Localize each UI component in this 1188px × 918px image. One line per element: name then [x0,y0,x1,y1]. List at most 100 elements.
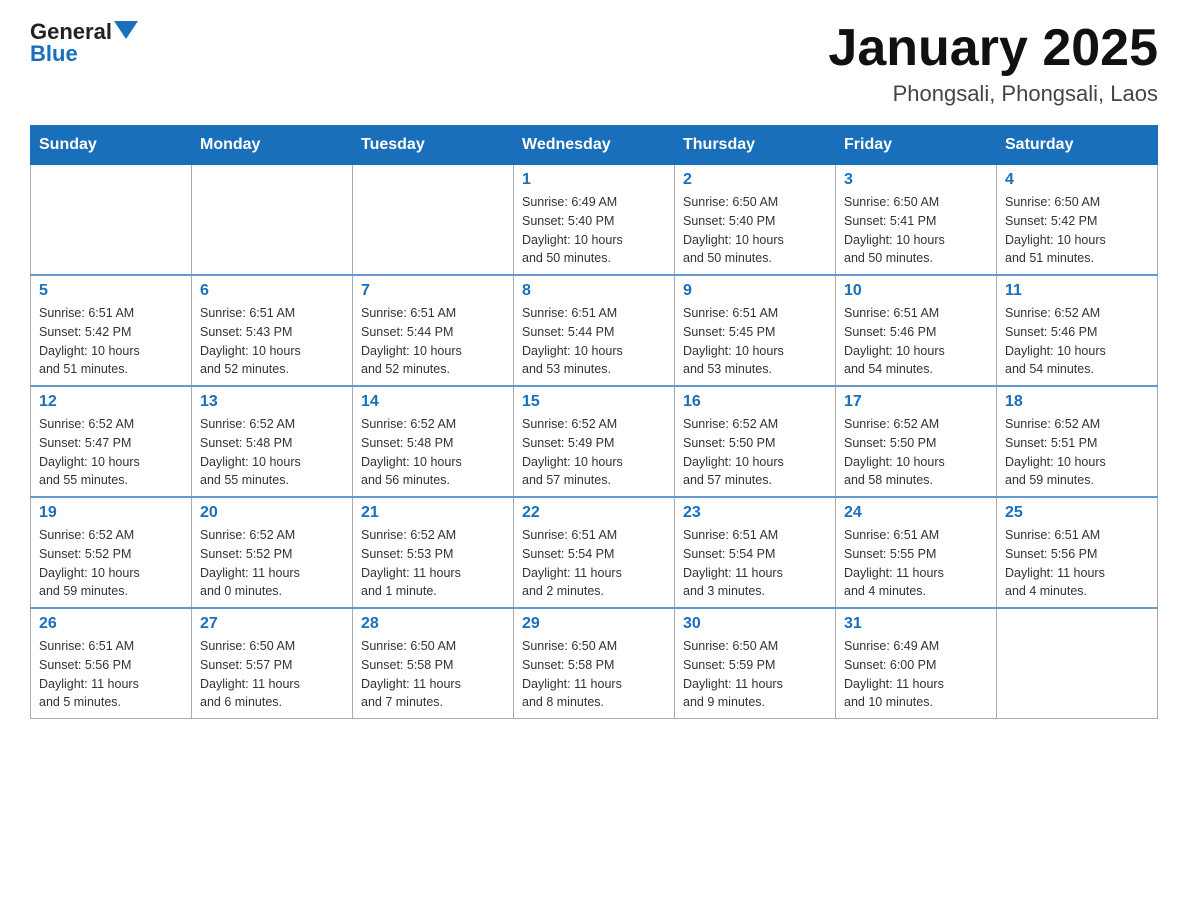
week-row-4: 19Sunrise: 6:52 AMSunset: 5:52 PMDayligh… [31,497,1158,608]
day-header-sunday: Sunday [31,126,192,165]
calendar-cell: 23 Sunrise: 6:51 AMSunset: 5:54 PMDayligh… [675,497,836,608]
calendar-cell: 3Sunrise: 6:50 AMSunset: 5:41 PMDaylight… [836,165,997,276]
day-number: 22 [522,504,666,522]
day-header-friday: Friday [836,126,997,165]
day-number: 2 [683,171,827,189]
day-number: 23 [683,504,827,522]
calendar-cell: 25 Sunrise: 6:51 AMSunset: 5:56 PMDayligh… [997,497,1158,608]
calendar-cell: 19Sunrise: 6:52 AMSunset: 5:52 PMDayligh… [31,497,192,608]
day-info: Sunrise: 6:52 AMSunset: 5:53 PMDaylight:… [361,528,461,598]
day-number: 25 [1005,504,1149,522]
day-number: 17 [844,393,988,411]
calendar-cell: 20Sunrise: 6:52 AMSunset: 5:52 PMDayligh… [192,497,353,608]
day-header-saturday: Saturday [997,126,1158,165]
calendar-cell: 12Sunrise: 6:52 AMSunset: 5:47 PMDayligh… [31,386,192,497]
day-number: 13 [200,393,344,411]
calendar-cell: 26 Sunrise: 6:51 AMSunset: 5:56 PMDayligh… [31,608,192,719]
day-header-tuesday: Tuesday [353,126,514,165]
day-number: 7 [361,282,505,300]
calendar-cell [353,165,514,276]
day-info: Sunrise: 6:49 AMSunset: 6:00 PMDaylight:… [844,639,944,709]
calendar-cell: 30 Sunrise: 6:50 AMSunset: 5:59 PMDayligh… [675,608,836,719]
day-info: Sunrise: 6:51 AMSunset: 5:55 PMDaylight:… [844,528,944,598]
day-header-monday: Monday [192,126,353,165]
day-number: 5 [39,282,183,300]
day-number: 30 [683,615,827,633]
day-number: 11 [1005,282,1149,300]
day-number: 10 [844,282,988,300]
day-number: 16 [683,393,827,411]
day-header-thursday: Thursday [675,126,836,165]
logo: General Blue [30,20,138,66]
calendar-header: SundayMondayTuesdayWednesdayThursdayFrid… [31,126,1158,165]
day-info: Sunrise: 6:51 AMSunset: 5:44 PMDaylight:… [361,306,462,376]
calendar-body: 1 Sunrise: 6:49 AMSunset: 5:40 PMDaylight… [31,165,1158,719]
day-info: Sunrise: 6:51 AMSunset: 5:54 PMDaylight:… [522,528,622,598]
day-info: Sunrise: 6:52 AMSunset: 5:48 PMDaylight:… [361,417,462,487]
day-info: Sunrise: 6:52 AMSunset: 5:49 PMDaylight:… [522,417,623,487]
day-info: Sunrise: 6:51 AMSunset: 5:46 PMDaylight:… [844,306,945,376]
day-info: Sunrise: 6:51 AMSunset: 5:45 PMDaylight:… [683,306,784,376]
day-number: 1 [522,171,666,189]
day-info: Sunrise: 6:50 AMSunset: 5:57 PMDaylight:… [200,639,300,709]
calendar-cell: 27 Sunrise: 6:50 AMSunset: 5:57 PMDayligh… [192,608,353,719]
page-title: January 2025 [828,20,1158,77]
day-number: 4 [1005,171,1149,189]
day-info: Sunrise: 6:52 AMSunset: 5:48 PMDaylight:… [200,417,301,487]
calendar-cell: 5 Sunrise: 6:51 AMSunset: 5:42 PMDaylight… [31,275,192,386]
calendar-cell: 9 Sunrise: 6:51 AMSunset: 5:45 PMDaylight… [675,275,836,386]
week-row-1: 1 Sunrise: 6:49 AMSunset: 5:40 PMDaylight… [31,165,1158,276]
day-number: 19 [39,504,183,522]
day-info: Sunrise: 6:51 AMSunset: 5:43 PMDaylight:… [200,306,301,376]
day-info: Sunrise: 6:51 AMSunset: 5:54 PMDaylight:… [683,528,783,598]
calendar-cell: 8 Sunrise: 6:51 AMSunset: 5:44 PMDaylight… [514,275,675,386]
day-number: 20 [200,504,344,522]
header: General Blue January 2025 Phongsali, Pho… [30,20,1158,107]
day-number: 26 [39,615,183,633]
day-number: 12 [39,393,183,411]
day-number: 9 [683,282,827,300]
title-area: January 2025 Phongsali, Phongsali, Laos [828,20,1158,107]
day-info: Sunrise: 6:52 AMSunset: 5:50 PMDaylight:… [683,417,784,487]
calendar-cell: 7 Sunrise: 6:51 AMSunset: 5:44 PMDaylight… [353,275,514,386]
calendar-cell: 31 Sunrise: 6:49 AMSunset: 6:00 PMDayligh… [836,608,997,719]
calendar-cell: 16 Sunrise: 6:52 AMSunset: 5:50 PMDayligh… [675,386,836,497]
logo-text-blue: Blue [30,42,78,66]
day-info: Sunrise: 6:50 AMSunset: 5:41 PMDaylight:… [844,195,945,265]
day-info: Sunrise: 6:52 AMSunset: 5:46 PMDaylight:… [1005,306,1106,376]
day-number: 6 [200,282,344,300]
calendar-cell: 28Sunrise: 6:50 AMSunset: 5:58 PMDayligh… [353,608,514,719]
calendar-cell: 1 Sunrise: 6:49 AMSunset: 5:40 PMDaylight… [514,165,675,276]
calendar-cell: 18 Sunrise: 6:52 AMSunset: 5:51 PMDayligh… [997,386,1158,497]
days-of-week-row: SundayMondayTuesdayWednesdayThursdayFrid… [31,126,1158,165]
day-info: Sunrise: 6:50 AMSunset: 5:58 PMDaylight:… [361,639,461,709]
calendar-cell: 6 Sunrise: 6:51 AMSunset: 5:43 PMDaylight… [192,275,353,386]
day-info: Sunrise: 6:52 AMSunset: 5:51 PMDaylight:… [1005,417,1106,487]
day-info: Sunrise: 6:52 AMSunset: 5:50 PMDaylight:… [844,417,945,487]
calendar-cell: 13 Sunrise: 6:52 AMSunset: 5:48 PMDayligh… [192,386,353,497]
day-info: Sunrise: 6:51 AMSunset: 5:44 PMDaylight:… [522,306,623,376]
day-number: 18 [1005,393,1149,411]
day-number: 8 [522,282,666,300]
calendar-cell: 4Sunrise: 6:50 AMSunset: 5:42 PMDaylight… [997,165,1158,276]
calendar-cell [192,165,353,276]
calendar-cell: 15Sunrise: 6:52 AMSunset: 5:49 PMDayligh… [514,386,675,497]
week-row-3: 12Sunrise: 6:52 AMSunset: 5:47 PMDayligh… [31,386,1158,497]
day-info: Sunrise: 6:51 AMSunset: 5:42 PMDaylight:… [39,306,140,376]
day-number: 14 [361,393,505,411]
day-number: 31 [844,615,988,633]
calendar-cell: 29Sunrise: 6:50 AMSunset: 5:58 PMDayligh… [514,608,675,719]
day-info: Sunrise: 6:51 AMSunset: 5:56 PMDaylight:… [1005,528,1105,598]
day-info: Sunrise: 6:51 AMSunset: 5:56 PMDaylight:… [39,639,139,709]
calendar-cell: 24Sunrise: 6:51 AMSunset: 5:55 PMDayligh… [836,497,997,608]
calendar-cell: 14 Sunrise: 6:52 AMSunset: 5:48 PMDayligh… [353,386,514,497]
calendar-cell: 22 Sunrise: 6:51 AMSunset: 5:54 PMDayligh… [514,497,675,608]
day-number: 27 [200,615,344,633]
calendar-cell [997,608,1158,719]
calendar-cell: 10 Sunrise: 6:51 AMSunset: 5:46 PMDayligh… [836,275,997,386]
week-row-5: 26 Sunrise: 6:51 AMSunset: 5:56 PMDayligh… [31,608,1158,719]
day-info: Sunrise: 6:49 AMSunset: 5:40 PMDaylight:… [522,195,623,265]
day-info: Sunrise: 6:50 AMSunset: 5:59 PMDaylight:… [683,639,783,709]
day-number: 29 [522,615,666,633]
calendar: SundayMondayTuesdayWednesdayThursdayFrid… [30,125,1158,719]
